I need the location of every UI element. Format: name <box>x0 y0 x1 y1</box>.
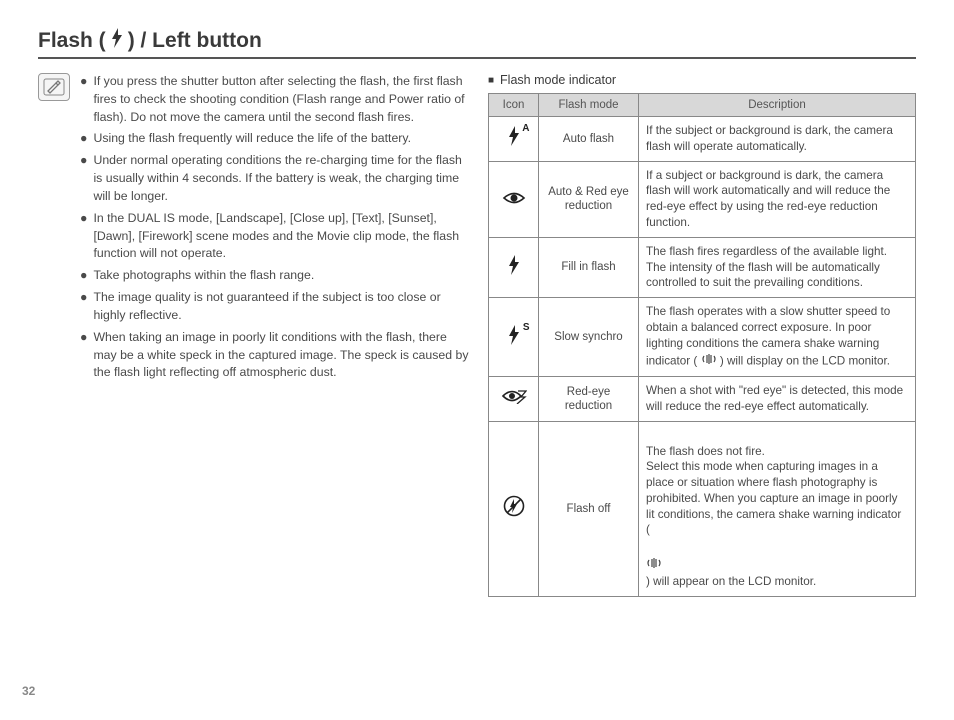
redeye-reduction-icon <box>489 377 539 422</box>
col-header-desc: Description <box>639 94 916 117</box>
shake-icon <box>646 538 662 574</box>
list-item: ●Take photographs within the flash range… <box>80 267 470 285</box>
flash-icon <box>489 237 539 297</box>
table-caption: ■ Flash mode indicator <box>488 73 916 87</box>
desc-pre: The flash does not fire. Select this mod… <box>646 445 901 537</box>
col-header-icon: Icon <box>489 94 539 117</box>
note-text: Using the flash frequently will reduce t… <box>93 130 411 148</box>
note-text: The image quality is not guaranteed if t… <box>93 289 470 325</box>
mode-label: Auto flash <box>539 117 639 162</box>
square-bullet-icon: ■ <box>488 75 494 86</box>
shake-icon <box>701 352 717 371</box>
list-item: ●In the DUAL IS mode, [Landscape], [Clos… <box>80 210 470 263</box>
flash-slow-icon: S <box>489 298 539 377</box>
flash-auto-icon: A <box>489 117 539 162</box>
list-item: ●Using the flash frequently will reduce … <box>80 130 470 148</box>
page-number: 32 <box>22 684 35 698</box>
list-item: ●The image quality is not guaranteed if … <box>80 289 470 325</box>
mode-desc: If a subject or background is dark, the … <box>639 161 916 237</box>
mode-label: Auto & Red eye reduction <box>539 161 639 237</box>
desc-post: ) will display on the LCD monitor. <box>720 354 890 367</box>
title-prefix: Flash ( <box>38 29 106 53</box>
table-row: Fill in flash The flash fires regardless… <box>489 237 916 297</box>
note-text: In the DUAL IS mode, [Landscape], [Close… <box>93 210 470 263</box>
mode-desc: When a shot with "red eye" is detected, … <box>639 377 916 422</box>
mode-desc: If the subject or background is dark, th… <box>639 117 916 162</box>
eye-icon <box>489 161 539 237</box>
caption-text: Flash mode indicator <box>500 73 616 87</box>
list-item: ●If you press the shutter button after s… <box>80 73 470 126</box>
list-item: ●Under normal operating conditions the r… <box>80 152 470 205</box>
mode-desc: The flash fires regardless of the availa… <box>639 237 916 297</box>
page-title: Flash ( ) / Left button <box>38 28 262 53</box>
notes-list: ●If you press the shutter button after s… <box>80 73 470 597</box>
note-text: If you press the shutter button after se… <box>93 73 470 126</box>
flash-off-icon <box>489 421 539 596</box>
flash-icon <box>110 28 124 53</box>
mode-label: Slow synchro <box>539 298 639 377</box>
mode-label: Fill in flash <box>539 237 639 297</box>
table-row: Auto & Red eye reduction If a subject or… <box>489 161 916 237</box>
mode-label: Red-eye reduction <box>539 377 639 422</box>
note-text: Take photographs within the flash range. <box>93 267 314 285</box>
table-row: A Auto flash If the subject or backgroun… <box>489 117 916 162</box>
table-row: Red-eye reduction When a shot with "red … <box>489 377 916 422</box>
page-title-row: Flash ( ) / Left button <box>38 28 916 59</box>
title-suffix: ) / Left button <box>128 29 262 53</box>
mode-desc: The flash does not fire. Select this mod… <box>639 421 916 596</box>
flash-mode-table: Icon Flash mode Description A Auto <box>488 93 916 597</box>
list-item: ●When taking an image in poorly lit cond… <box>80 329 470 382</box>
mode-label: Flash off <box>539 421 639 596</box>
note-text: Under normal operating conditions the re… <box>93 152 470 205</box>
note-icon <box>38 73 70 101</box>
note-text: When taking an image in poorly lit condi… <box>93 329 470 382</box>
col-header-mode: Flash mode <box>539 94 639 117</box>
table-row: Flash off The flash does not fire. Selec… <box>489 421 916 596</box>
desc-post: ) will appear on the LCD monitor. <box>646 575 816 588</box>
table-row: S Slow synchro The flash operates with a… <box>489 298 916 377</box>
mode-desc: The flash operates with a slow shutter s… <box>639 298 916 377</box>
